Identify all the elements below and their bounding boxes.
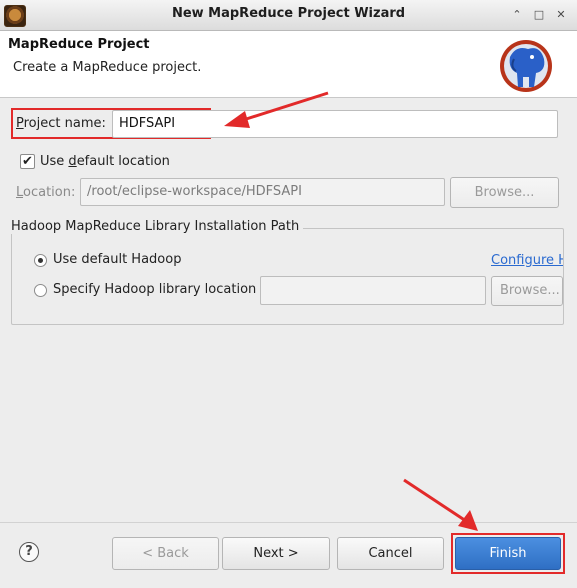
arrow-to-project-name (224, 91, 329, 128)
arrow-to-finish (403, 478, 478, 531)
annotation-arrows (224, 91, 478, 531)
